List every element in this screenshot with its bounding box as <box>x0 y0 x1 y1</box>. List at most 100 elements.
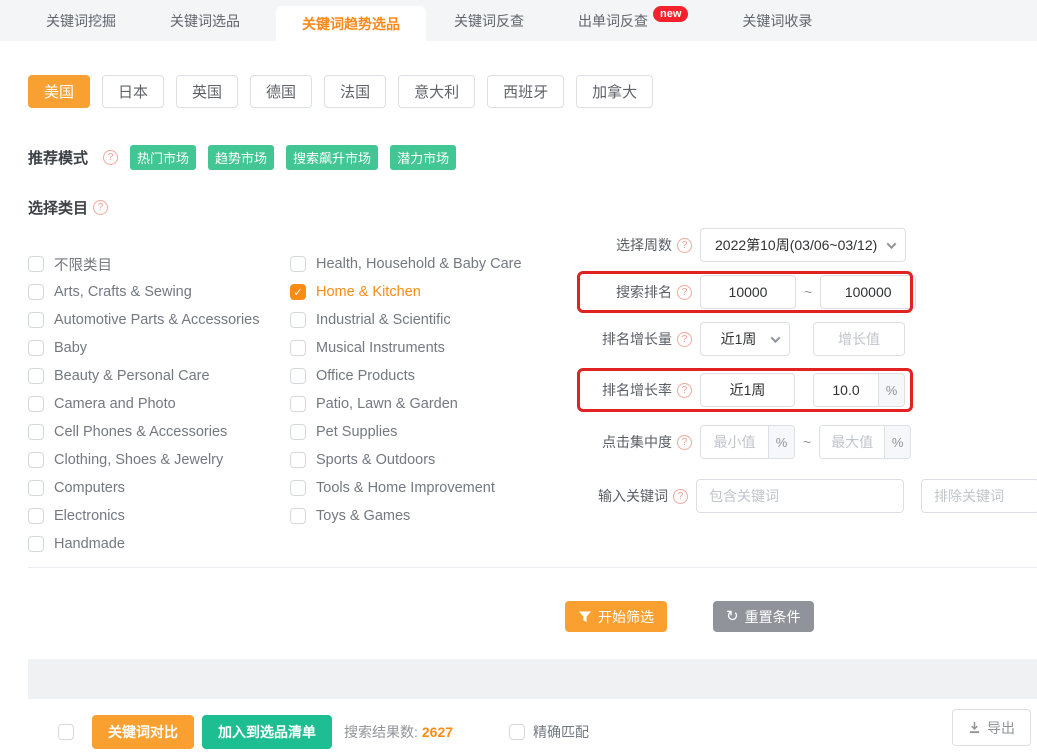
concentration-max-input[interactable] <box>820 426 884 458</box>
tilde-separator: ~ <box>803 434 811 450</box>
exact-match-toggle[interactable]: 精确匹配 <box>509 722 589 742</box>
nav-tab[interactable]: 关键词趋势选品 <box>276 6 426 41</box>
start-filter-button[interactable]: 开始筛选 <box>565 601 667 632</box>
country-button[interactable]: 意大利 <box>398 75 475 108</box>
help-icon[interactable]: ? <box>677 383 692 398</box>
country-button[interactable]: 英国 <box>176 75 238 108</box>
category-checkbox[interactable] <box>290 312 306 328</box>
exact-match-checkbox[interactable] <box>509 724 525 740</box>
category-item[interactable]: Patio, Lawn & Garden <box>290 390 580 418</box>
category-checkbox[interactable]: ✓ <box>290 284 306 300</box>
click-concentration-label-wrap: 点击集中度 ? <box>580 432 692 452</box>
category-label: Health, Household & Baby Care <box>316 256 522 272</box>
category-item[interactable]: Automotive Parts & Accessories <box>28 306 290 334</box>
category-checkbox[interactable] <box>28 256 44 272</box>
category-item[interactable]: Handmade <box>28 530 290 558</box>
concentration-min-input[interactable] <box>701 426 768 458</box>
category-item[interactable]: Arts, Crafts & Sewing <box>28 278 290 306</box>
category-item[interactable]: Tools & Home Improvement <box>290 474 580 502</box>
category-label: Musical Instruments <box>316 340 445 356</box>
category-checkbox[interactable] <box>28 424 44 440</box>
week-label: 选择周数 <box>616 235 672 255</box>
category-item[interactable]: Baby <box>28 334 290 362</box>
category-item[interactable]: Clothing, Shoes & Jewelry <box>28 446 290 474</box>
mode-button[interactable]: 趋势市场 <box>208 145 274 170</box>
help-icon[interactable]: ? <box>677 238 692 253</box>
nav-tab[interactable]: 关键词挖掘 <box>28 0 134 41</box>
category-item[interactable]: ✓Home & Kitchen <box>290 278 580 306</box>
category-checkbox[interactable] <box>28 536 44 552</box>
concentration-min-group: % <box>700 425 795 459</box>
category-checkbox[interactable] <box>290 480 306 496</box>
category-checkbox[interactable] <box>28 312 44 328</box>
select-all-checkbox[interactable] <box>58 724 74 740</box>
help-icon[interactable]: ? <box>103 150 118 165</box>
category-checkbox[interactable] <box>290 340 306 356</box>
category-checkbox[interactable] <box>290 396 306 412</box>
country-button[interactable]: 美国 <box>28 75 90 108</box>
category-checkbox[interactable] <box>290 452 306 468</box>
nav-tab[interactable]: 关键词收录 <box>724 0 830 41</box>
exclude-keywords-input[interactable] <box>921 479 1037 513</box>
country-button[interactable]: 法国 <box>324 75 386 108</box>
category-item[interactable]: Office Products <box>290 362 580 390</box>
country-button[interactable]: 日本 <box>102 75 164 108</box>
category-checkbox[interactable] <box>28 396 44 412</box>
nav-tab[interactable]: 关键词反查 <box>436 0 542 41</box>
help-icon[interactable]: ? <box>673 489 688 504</box>
category-checkbox[interactable] <box>290 256 306 272</box>
country-button[interactable]: 加拿大 <box>576 75 653 108</box>
growth-amount-input[interactable] <box>813 322 905 356</box>
category-item[interactable]: Pet Supplies <box>290 418 580 446</box>
category-column-1: 不限类目Arts, Crafts & SewingAutomotive Part… <box>28 250 290 558</box>
category-item[interactable]: Musical Instruments <box>290 334 580 362</box>
country-button[interactable]: 西班牙 <box>487 75 564 108</box>
growth-amount-period-select[interactable]: 近1周 <box>700 322 790 356</box>
include-keywords-input[interactable] <box>696 479 904 513</box>
category-item[interactable]: Electronics <box>28 502 290 530</box>
add-to-list-button[interactable]: 加入到选品清单 <box>202 715 332 749</box>
category-item[interactable]: Toys & Games <box>290 502 580 530</box>
category-checkbox[interactable] <box>28 508 44 524</box>
help-icon[interactable]: ? <box>93 200 108 215</box>
top-nav: 关键词挖掘 关键词选品关键词趋势选品关键词反查出单词反查new 关键词收录 <box>0 0 1037 41</box>
category-item[interactable]: Camera and Photo <box>28 390 290 418</box>
help-icon[interactable]: ? <box>677 435 692 450</box>
category-checkbox[interactable] <box>28 452 44 468</box>
category-checkbox[interactable] <box>28 284 44 300</box>
keyword-compare-button[interactable]: 关键词对比 <box>92 715 194 749</box>
export-button[interactable]: 导出 <box>952 709 1031 746</box>
mode-button[interactable]: 潜力市场 <box>390 145 456 170</box>
help-icon[interactable]: ? <box>677 285 692 300</box>
category-item[interactable]: Sports & Outdoors <box>290 446 580 474</box>
category-item[interactable]: Computers <box>28 474 290 502</box>
country-button[interactable]: 德国 <box>250 75 312 108</box>
category-checkbox[interactable] <box>290 508 306 524</box>
category-item[interactable]: 不限类目 <box>28 250 290 278</box>
category-item[interactable]: Health, Household & Baby Care <box>290 250 580 278</box>
reset-conditions-button[interactable]: ↻ 重置条件 <box>713 601 814 632</box>
week-select[interactable]: 2022第10周(03/06~03/12) <box>700 228 906 262</box>
nav-tab-label: 关键词挖掘 <box>46 11 116 31</box>
category-checkbox[interactable] <box>28 368 44 384</box>
category-item[interactable]: Beauty & Personal Care <box>28 362 290 390</box>
growth-rate-input[interactable] <box>814 374 878 406</box>
rank-min-input[interactable] <box>700 275 796 309</box>
reset-conditions-label: 重置条件 <box>745 607 801 627</box>
nav-tab[interactable]: 出单词反查new <box>560 0 706 41</box>
category-checkbox[interactable] <box>290 424 306 440</box>
category-label: Clothing, Shoes & Jewelry <box>54 452 223 468</box>
category-label: Patio, Lawn & Garden <box>316 396 458 412</box>
rank-max-input[interactable] <box>820 275 916 309</box>
category-checkbox[interactable] <box>28 340 44 356</box>
category-item[interactable]: Industrial & Scientific <box>290 306 580 334</box>
category-item[interactable]: Cell Phones & Accessories <box>28 418 290 446</box>
mode-button[interactable]: 热门市场 <box>130 145 196 170</box>
help-icon[interactable]: ? <box>677 332 692 347</box>
percent-unit: % <box>878 374 904 406</box>
mode-button[interactable]: 搜索飙升市场 <box>286 145 378 170</box>
category-checkbox[interactable] <box>28 480 44 496</box>
growth-rate-period-select[interactable]: 近1周 <box>700 373 795 407</box>
nav-tab[interactable]: 关键词选品 <box>152 0 258 41</box>
category-checkbox[interactable] <box>290 368 306 384</box>
